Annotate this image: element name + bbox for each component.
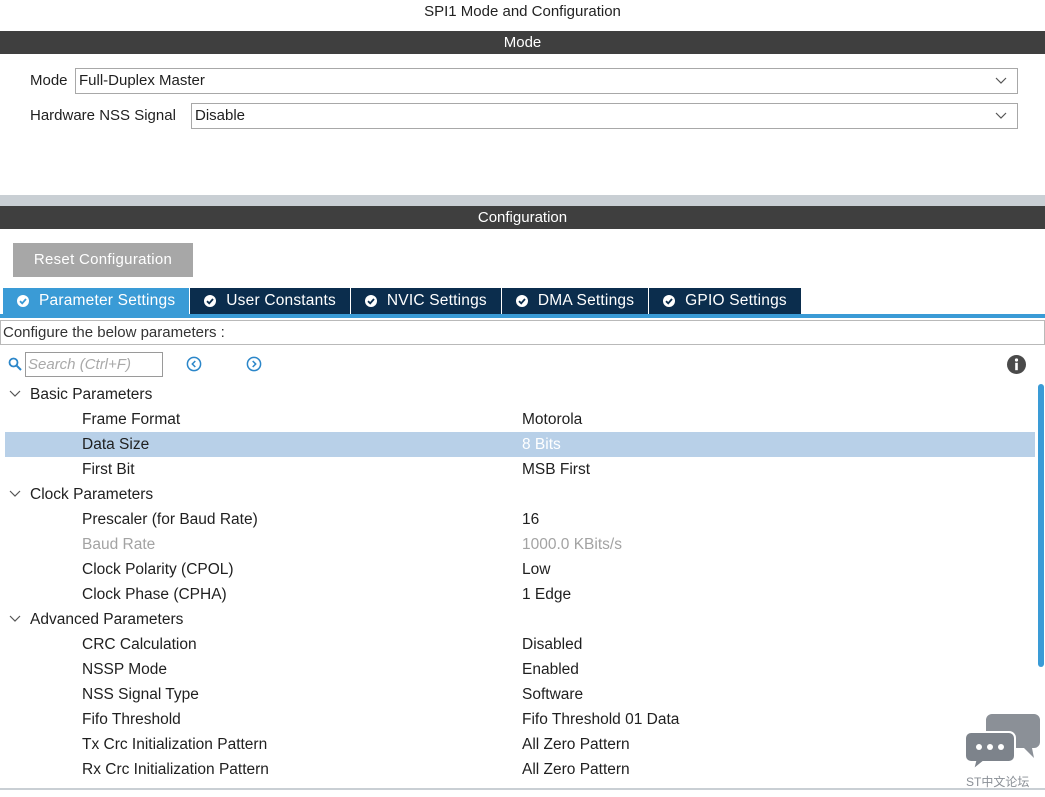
section-divider xyxy=(0,195,1045,206)
search-icon[interactable] xyxy=(8,357,22,371)
param-row-rx-crc-pattern[interactable]: Rx Crc Initialization Pattern All Zero P… xyxy=(0,757,1035,782)
info-icon[interactable] xyxy=(1007,355,1026,374)
param-row-prescaler[interactable]: Prescaler (for Baud Rate) 16 xyxy=(0,507,1035,532)
param-name: Prescaler (for Baud Rate) xyxy=(82,511,258,528)
tab-label: NVIC Settings xyxy=(386,292,487,309)
param-name: Fifo Threshold xyxy=(82,711,181,728)
scrollbar-thumb[interactable] xyxy=(1038,384,1044,667)
mode-select-value: Full-Duplex Master xyxy=(79,72,205,89)
tab-underline xyxy=(0,314,1045,318)
group-label: Advanced Parameters xyxy=(30,611,184,628)
window-title: SPI1 Mode and Configuration xyxy=(424,3,621,20)
chat-bubbles-icon xyxy=(964,714,1040,771)
group-advanced-parameters[interactable]: Advanced Parameters xyxy=(0,607,1035,632)
tab-parameter-settings[interactable]: Parameter Settings xyxy=(3,288,191,314)
param-value[interactable]: Fifo Threshold 01 Data xyxy=(522,707,679,732)
param-row-fifo-threshold[interactable]: Fifo Threshold Fifo Threshold 01 Data xyxy=(0,707,1035,732)
param-value[interactable]: Enabled xyxy=(522,657,579,682)
watermark-text: ST中文论坛 xyxy=(966,775,1030,789)
param-name: Clock Phase (CPHA) xyxy=(82,586,227,603)
check-circle-icon xyxy=(663,295,676,307)
param-row-clock-polarity[interactable]: Clock Polarity (CPOL) Low xyxy=(0,557,1035,582)
param-name: NSS Signal Type xyxy=(82,686,199,703)
hardware-nss-value: Disable xyxy=(195,107,246,124)
group-label: Clock Parameters xyxy=(30,486,154,503)
config-tabs: Parameter Settings User Constants NVIC S… xyxy=(3,288,802,314)
check-circle-icon xyxy=(17,295,29,307)
param-value[interactable]: Motorola xyxy=(522,407,582,432)
hardware-nss-label: Hardware NSS Signal xyxy=(30,107,176,124)
tab-label: Parameter Settings xyxy=(39,292,176,309)
param-name: Frame Format xyxy=(82,411,181,428)
group-basic-parameters[interactable]: Basic Parameters xyxy=(0,382,1035,407)
configure-hint: Configure the below parameters : xyxy=(0,320,1045,345)
chevron-down-icon xyxy=(995,77,1007,84)
tab-dma-settings[interactable]: DMA Settings xyxy=(501,288,650,314)
hardware-nss-select[interactable]: Disable xyxy=(191,103,1018,129)
param-value[interactable]: 8 Bits xyxy=(522,432,561,457)
tab-gpio-settings[interactable]: GPIO Settings xyxy=(649,288,802,314)
param-row-clock-phase[interactable]: Clock Phase (CPHA) 1 Edge xyxy=(0,582,1035,607)
circle-chevron-right-icon[interactable] xyxy=(246,356,262,372)
param-row-frame-format[interactable]: Frame Format Motorola xyxy=(0,407,1035,432)
param-value[interactable]: MSB First xyxy=(522,457,590,482)
reset-configuration-button[interactable]: Reset Configuration xyxy=(13,243,193,277)
group-label: Basic Parameters xyxy=(30,386,153,403)
param-name: NSSP Mode xyxy=(82,661,168,678)
param-row-first-bit[interactable]: First Bit MSB First xyxy=(0,457,1035,482)
param-value[interactable]: Low xyxy=(522,557,550,582)
param-name: Clock Polarity (CPOL) xyxy=(82,561,234,578)
param-value: 1000.0 KBits/s xyxy=(522,536,622,553)
circle-chevron-left-icon[interactable] xyxy=(186,356,202,372)
param-value[interactable]: 1 Edge xyxy=(522,582,571,607)
param-name: Tx Crc Initialization Pattern xyxy=(82,736,268,753)
param-value[interactable]: Disabled xyxy=(522,632,582,657)
mode-select[interactable]: Full-Duplex Master xyxy=(75,68,1018,94)
check-circle-icon xyxy=(204,295,217,307)
chevron-down-icon[interactable] xyxy=(9,614,21,624)
tab-label: User Constants xyxy=(226,292,336,309)
tab-user-constants[interactable]: User Constants xyxy=(190,288,351,314)
param-row-tx-crc-pattern[interactable]: Tx Crc Initialization Pattern All Zero P… xyxy=(0,732,1035,757)
param-name: Data Size xyxy=(82,436,150,453)
mode-label: Mode xyxy=(30,72,68,89)
tab-nvic-settings[interactable]: NVIC Settings xyxy=(350,288,502,314)
param-name: First Bit xyxy=(82,461,135,478)
param-value[interactable]: 16 xyxy=(522,507,539,532)
parameter-tree: Basic Parameters Frame Format Motorola D… xyxy=(0,382,1035,782)
param-name: Baud Rate xyxy=(82,536,156,553)
check-circle-icon xyxy=(515,295,528,307)
bottom-border xyxy=(0,788,1045,790)
param-value[interactable]: Software xyxy=(522,682,583,707)
param-row-nssp-mode[interactable]: NSSP Mode Enabled xyxy=(0,657,1035,682)
param-value[interactable]: All Zero Pattern xyxy=(522,732,630,757)
chevron-down-icon[interactable] xyxy=(9,489,21,499)
param-row-data-size[interactable]: Data Size 8 Bits xyxy=(5,432,1035,457)
search-input[interactable]: Search (Ctrl+F) xyxy=(25,352,163,377)
mode-section-header: Mode xyxy=(0,31,1045,54)
tab-label: GPIO Settings xyxy=(685,292,787,309)
param-name: Rx Crc Initialization Pattern xyxy=(82,761,269,778)
group-clock-parameters[interactable]: Clock Parameters xyxy=(0,482,1035,507)
tab-label: DMA Settings xyxy=(537,292,635,309)
chevron-down-icon xyxy=(995,112,1007,119)
param-row-nss-signal-type[interactable]: NSS Signal Type Software xyxy=(0,682,1035,707)
param-row-crc-calculation[interactable]: CRC Calculation Disabled xyxy=(0,632,1035,657)
configuration-section-header: Configuration xyxy=(0,206,1045,229)
check-circle-icon xyxy=(364,295,377,307)
param-row-baud-rate: Baud Rate 1000.0 KBits/s xyxy=(0,532,1035,557)
param-value[interactable]: All Zero Pattern xyxy=(522,757,630,782)
param-name: CRC Calculation xyxy=(82,636,197,653)
chevron-down-icon[interactable] xyxy=(9,389,21,399)
